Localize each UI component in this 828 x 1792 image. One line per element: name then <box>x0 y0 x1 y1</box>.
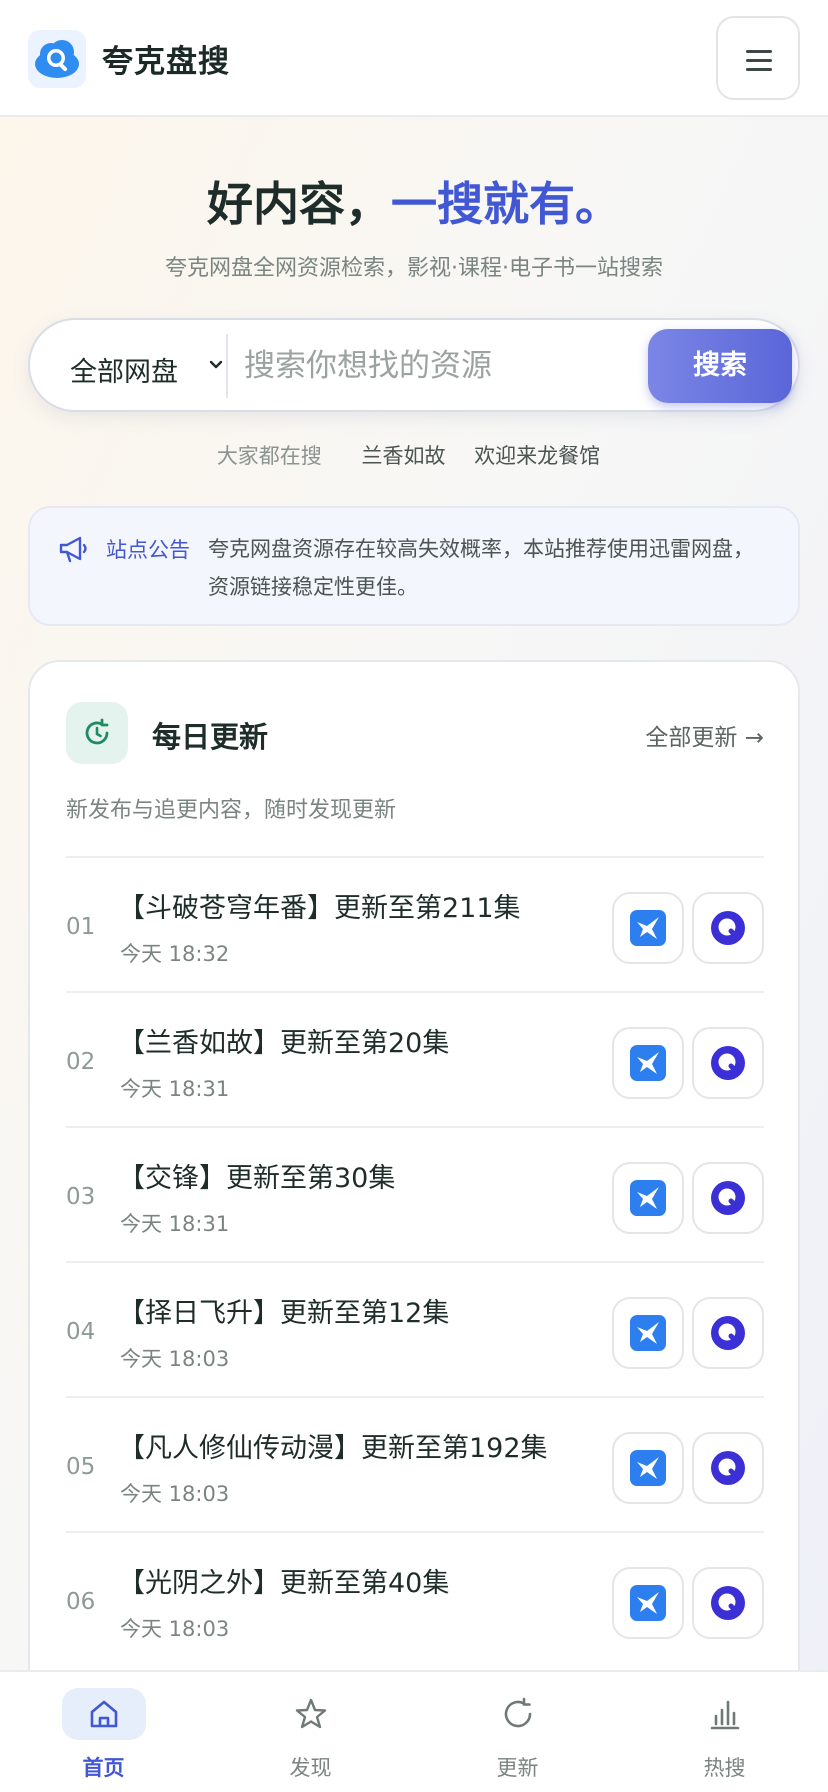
item-title[interactable]: 【择日飞升】更新至第12集 <box>118 1291 449 1330</box>
quark-download-button[interactable] <box>692 1027 764 1099</box>
menu-button[interactable] <box>716 16 800 100</box>
hero-title: 好内容，一搜就有。 <box>0 168 828 234</box>
item-number: 03 <box>66 1184 96 1210</box>
nav-label: 发现 <box>289 1756 332 1780</box>
item-number: 01 <box>66 914 96 940</box>
quark-circle-icon <box>711 1316 745 1350</box>
notice-text: 夸克网盘资源存在较高失效概率，本站推荐使用迅雷网盘，资源链接稳定性更佳。 <box>208 537 754 599</box>
search-scope-select[interactable]: 全部网盘 <box>70 350 178 389</box>
quark-download-button[interactable] <box>692 1297 764 1369</box>
item-number: 02 <box>66 1049 96 1075</box>
hero-subtitle: 夸克网盘全网资源检索，影视·课程·电子书一站搜索 <box>165 256 663 281</box>
item-time: 今天 18:31 <box>120 1077 230 1101</box>
item-time: 今天 18:32 <box>120 942 230 966</box>
quark-download-button[interactable] <box>692 1567 764 1639</box>
quark-circle-icon <box>711 1181 745 1215</box>
item-title[interactable]: 【兰香如故】更新至第20集 <box>118 1021 449 1060</box>
cloud-search-logo-icon[interactable] <box>28 30 86 88</box>
xunlei-download-button[interactable] <box>612 892 684 964</box>
xunlei-bird-icon <box>630 1450 666 1486</box>
xunlei-bird-icon <box>630 1315 666 1351</box>
daily-updates-title: 每日更新 <box>152 720 269 754</box>
xunlei-download-button[interactable] <box>612 1567 684 1639</box>
list-item[interactable]: 03 【交锋】更新至第30集今天 18:31 <box>66 1126 764 1261</box>
xunlei-download-button[interactable] <box>612 1162 684 1234</box>
nav-item-home[interactable]: 首页 <box>0 1672 207 1792</box>
megaphone-icon <box>59 536 87 563</box>
list-item[interactable]: 01 【斗破苍穹年番】更新至第211集今天 18:32 <box>66 856 764 991</box>
hot-search-tag[interactable]: 欢迎来龙餐馆 <box>474 444 600 468</box>
quark-circle-icon <box>711 1046 745 1080</box>
bottom-nav: 首页 发现 更新 热搜 <box>0 1670 828 1792</box>
item-title[interactable]: 【凡人修仙传动漫】更新至第192集 <box>118 1426 548 1465</box>
quark-circle-icon <box>711 1451 745 1485</box>
list-item[interactable]: 05 【凡人修仙传动漫】更新至第192集今天 18:03 <box>66 1396 764 1531</box>
hot-search-label: 大家都在搜 <box>216 444 322 468</box>
list-item[interactable]: 04 【择日飞升】更新至第12集今天 18:03 <box>66 1261 764 1396</box>
refresh-icon <box>66 702 128 764</box>
nav-item-updates[interactable]: 更新 <box>414 1672 621 1792</box>
quark-circle-icon <box>711 911 745 945</box>
item-number: 04 <box>66 1319 96 1345</box>
daily-updates-subtitle: 新发布与追更内容，随时发现更新 <box>66 798 397 823</box>
daily-updates-card: 每日更新 全部更新 → 新发布与追更内容，随时发现更新 01 【斗破苍穹年番】更新… <box>28 660 800 1792</box>
list-item[interactable]: 02 【兰香如故】更新至第20集今天 18:31 <box>66 991 764 1126</box>
nav-label: 更新 <box>496 1756 539 1780</box>
item-time: 今天 18:31 <box>120 1212 230 1236</box>
hot-search-tag[interactable]: 兰香如故 <box>362 444 446 468</box>
search-input[interactable] <box>244 334 574 398</box>
xunlei-bird-icon <box>630 1045 666 1081</box>
nav-item-discover[interactable]: 发现 <box>207 1672 414 1792</box>
xunlei-download-button[interactable] <box>612 1297 684 1369</box>
search-divider <box>226 334 228 398</box>
chevron-down-icon[interactable] <box>208 350 224 380</box>
all-updates-link[interactable]: 全部更新 → <box>645 718 764 752</box>
item-title[interactable]: 【交锋】更新至第30集 <box>118 1156 395 1195</box>
item-number: 06 <box>66 1589 96 1615</box>
item-time: 今天 18:03 <box>120 1347 230 1371</box>
bar-chart-icon <box>710 1700 740 1730</box>
xunlei-bird-icon <box>630 1180 666 1216</box>
xunlei-bird-icon <box>630 910 666 946</box>
item-number: 05 <box>66 1454 96 1480</box>
quark-download-button[interactable] <box>692 1432 764 1504</box>
notice-label: 站点公告 <box>106 538 190 562</box>
item-title[interactable]: 【光阴之外】更新至第40集 <box>118 1561 449 1600</box>
quark-download-button[interactable] <box>692 1162 764 1234</box>
xunlei-download-button[interactable] <box>612 1027 684 1099</box>
hot-search-row: 大家都在搜 兰香如故 欢迎来龙餐馆 <box>0 440 828 470</box>
item-time: 今天 18:03 <box>120 1617 230 1641</box>
hero-title-main: 好内容， <box>207 177 391 231</box>
star-icon <box>295 1698 327 1729</box>
item-title[interactable]: 【斗破苍穹年番】更新至第211集 <box>118 886 521 925</box>
xunlei-download-button[interactable] <box>612 1432 684 1504</box>
top-header: 夸克盘搜 <box>0 0 828 117</box>
app-name[interactable]: 夸克盘搜 <box>102 36 230 81</box>
xunlei-bird-icon <box>630 1585 666 1621</box>
nav-label: 热搜 <box>703 1756 746 1780</box>
quark-download-button[interactable] <box>692 892 764 964</box>
nav-label: 首页 <box>82 1756 125 1780</box>
site-notice: 站点公告 夸克网盘资源存在较高失效概率，本站推荐使用迅雷网盘，资源链接稳定性更佳… <box>28 506 800 626</box>
update-list: 01 【斗破苍穹年番】更新至第211集今天 18:32 02 【兰香如故】更新至第20… <box>66 856 764 1666</box>
search-button[interactable]: 搜索 <box>648 329 792 403</box>
refresh-icon <box>504 1697 532 1728</box>
hero-title-accent: 一搜就有。 <box>391 177 621 231</box>
hamburger-menu-icon <box>746 50 772 53</box>
quark-circle-icon <box>711 1586 745 1620</box>
nav-item-hot[interactable]: 热搜 <box>621 1672 828 1792</box>
home-icon <box>90 1700 118 1728</box>
list-item[interactable]: 06 【光阴之外】更新至第40集今天 18:03 <box>66 1531 764 1666</box>
item-time: 今天 18:03 <box>120 1482 230 1506</box>
search-bar: 全部网盘 搜索 <box>28 318 800 412</box>
